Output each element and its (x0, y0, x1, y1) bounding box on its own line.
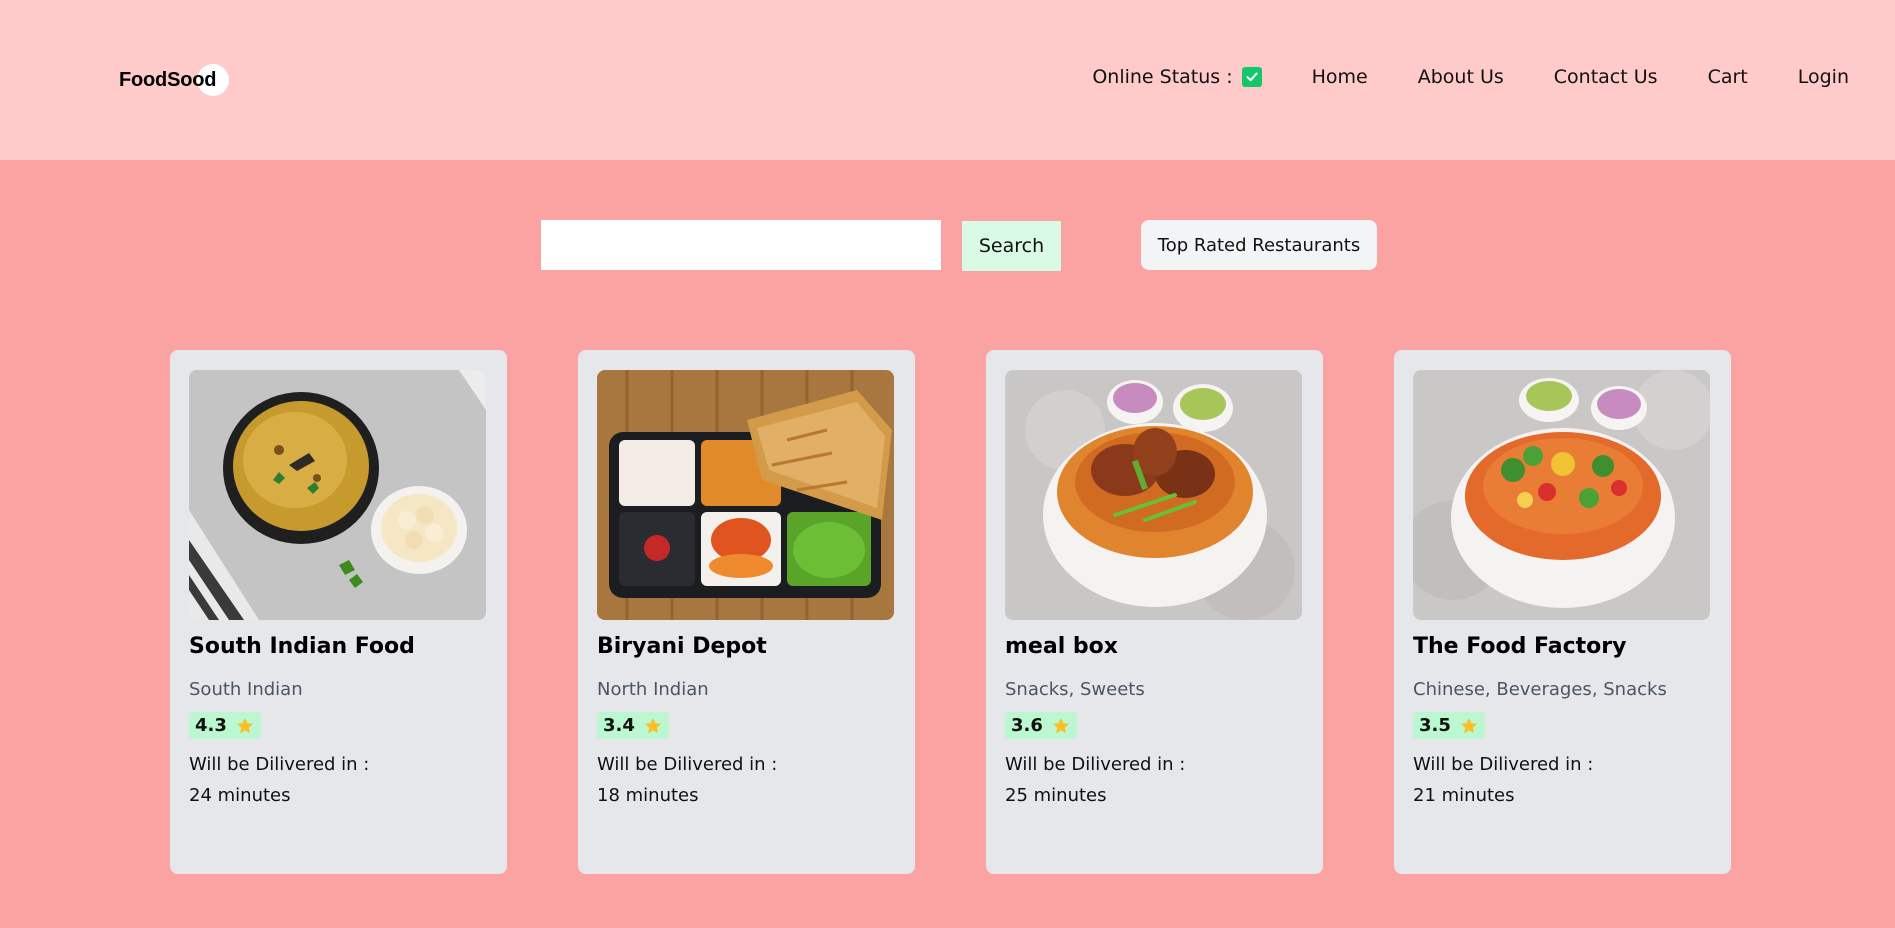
rating-badge: 3.5 (1413, 712, 1485, 739)
restaurant-list: South Indian Food South Indian 4.3 Will … (170, 350, 1731, 874)
rating-badge: 3.4 (597, 712, 669, 739)
restaurant-card[interactable]: Biryani Depot North Indian 3.4 Will be D… (578, 350, 915, 874)
delivery-info: Will be Dilivered in : 18 minutes (597, 749, 896, 811)
star-icon (1052, 717, 1069, 733)
search-input[interactable] (541, 220, 941, 270)
site-header: FoodSood Online Status : Home About Us C… (0, 0, 1895, 160)
restaurant-name: South Indian Food (189, 634, 415, 659)
main-nav: Online Status : Home About Us Contact Us… (1092, 66, 1849, 88)
checkbox-checked-icon (1241, 67, 1262, 87)
online-status-label: Online Status : (1092, 66, 1233, 88)
delivery-label: Will be Dilivered in : (189, 754, 370, 775)
restaurant-card[interactable]: South Indian Food South Indian 4.3 Will … (170, 350, 507, 874)
delivery-label: Will be Dilivered in : (1413, 754, 1594, 775)
restaurant-image (1413, 370, 1710, 620)
delivery-time: 25 minutes (1005, 785, 1107, 806)
restaurant-image (597, 370, 894, 620)
search-button[interactable]: Search (962, 221, 1061, 271)
delivery-time: 24 minutes (189, 785, 291, 806)
star-icon (1460, 717, 1477, 733)
restaurant-cuisine: South Indian (189, 679, 303, 700)
rating-value: 3.5 (1419, 715, 1451, 736)
restaurant-card[interactable]: The Food Factory Chinese, Beverages, Sna… (1394, 350, 1731, 874)
rating-badge: 4.3 (189, 712, 261, 739)
nav-home[interactable]: Home (1312, 66, 1368, 88)
rating-badge: 3.6 (1005, 712, 1077, 739)
online-status: Online Status : (1092, 66, 1262, 88)
delivery-time: 18 minutes (597, 785, 699, 806)
restaurant-cuisine: Snacks, Sweets (1005, 679, 1145, 700)
delivery-label: Will be Dilivered in : (597, 754, 778, 775)
delivery-time: 21 minutes (1413, 785, 1515, 806)
star-icon (236, 717, 253, 733)
top-rated-restaurants-button[interactable]: Top Rated Restaurants (1141, 220, 1377, 270)
restaurant-name: meal box (1005, 634, 1118, 659)
delivery-info: Will be Dilivered in : 25 minutes (1005, 749, 1304, 811)
rating-value: 3.6 (1011, 715, 1043, 736)
nav-about-us[interactable]: About Us (1418, 66, 1504, 88)
restaurant-cuisine: Chinese, Beverages, Snacks (1413, 679, 1667, 700)
restaurant-cuisine: North Indian (597, 679, 709, 700)
nav-login[interactable]: Login (1798, 66, 1849, 88)
delivery-label: Will be Dilivered in : (1005, 754, 1186, 775)
logo-text: FoodSood (119, 68, 217, 91)
restaurant-card[interactable]: meal box Snacks, Sweets 3.6 Will be Dili… (986, 350, 1323, 874)
delivery-info: Will be Dilivered in : 24 minutes (189, 749, 488, 811)
nav-contact-us[interactable]: Contact Us (1554, 66, 1658, 88)
logo[interactable]: FoodSood (119, 64, 229, 96)
restaurant-name: Biryani Depot (597, 634, 767, 659)
delivery-info: Will be Dilivered in : 21 minutes (1413, 749, 1712, 811)
restaurant-name: The Food Factory (1413, 634, 1627, 659)
restaurant-image (189, 370, 486, 620)
star-icon (644, 717, 661, 733)
nav-cart[interactable]: Cart (1708, 66, 1748, 88)
rating-value: 4.3 (195, 715, 227, 736)
restaurant-image (1005, 370, 1302, 620)
rating-value: 3.4 (603, 715, 635, 736)
